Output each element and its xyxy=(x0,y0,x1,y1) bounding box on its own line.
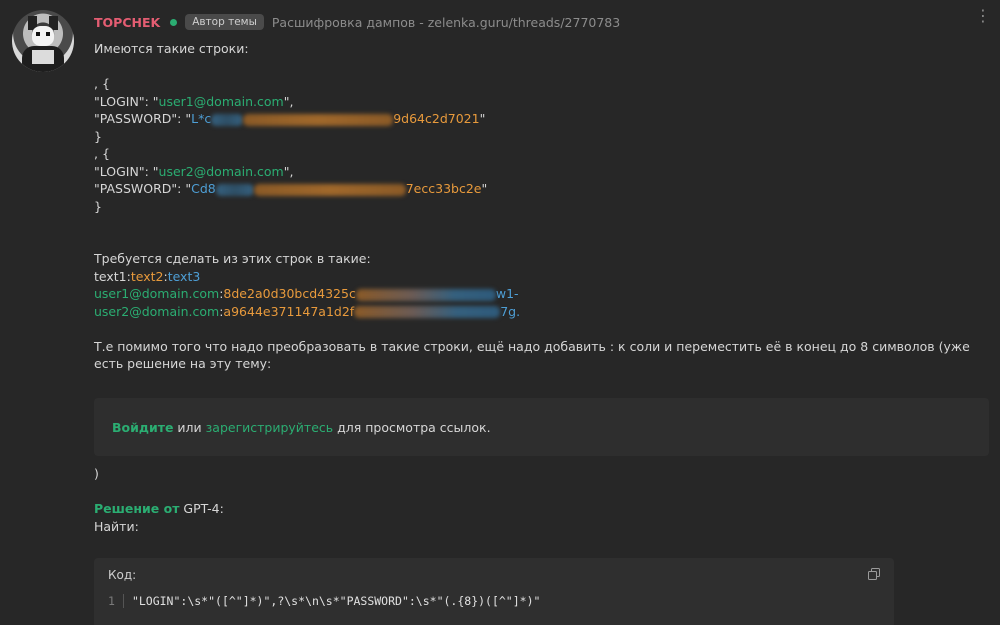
blurred-redaction xyxy=(243,113,394,126)
post-header: TOPCHEK Автор темы Расшифровка дампов - … xyxy=(94,13,620,31)
register-link[interactable]: зарегистрируйтесь xyxy=(206,420,334,435)
login-link[interactable]: Войдите xyxy=(112,420,173,435)
output-line-2: user2@domain.com:a9644e371147a1d2f 7g. xyxy=(94,303,521,319)
block2-open: , { xyxy=(94,146,110,161)
copy-icon[interactable] xyxy=(868,568,880,580)
avatar[interactable] xyxy=(12,10,74,72)
find-text: Найти: xyxy=(94,518,139,534)
block1-open: , { xyxy=(94,76,110,91)
explanation-text: Т.е помимо того что надо преобразовать в… xyxy=(94,338,970,372)
intro-text: Имеются такие строки: xyxy=(94,41,249,56)
required-text: Требуется сделать из этих строк в такие: xyxy=(94,251,371,266)
block1-login: "LOGIN": "user1@domain.com", xyxy=(94,93,294,109)
output-line-1: user1@domain.com:8de2a0d30bcd4325c w1- xyxy=(94,286,519,301)
code-line[interactable]: 1 "LOGIN":\s*"([^"]*)",?\s*\n\s*"PASSWOR… xyxy=(108,594,540,608)
post-body: Имеются такие строки: , { "LOGIN": "user… xyxy=(94,40,989,373)
blurred-redaction xyxy=(355,288,496,301)
code-text: "LOGIN":\s*"([^"]*)",?\s*\n\s*"PASSWORD"… xyxy=(131,594,541,608)
post-body-lower: ) Решение от GPT-4: Найти: xyxy=(94,465,224,535)
block1-close: } xyxy=(94,128,102,144)
blurred-redaction xyxy=(211,113,244,126)
author-badge: Автор темы xyxy=(185,14,264,30)
block1-password: "PASSWORD": "L*c 9d64c2d7021" xyxy=(94,111,486,126)
username-link[interactable]: TOPCHEK xyxy=(94,15,160,30)
close-paren: ) xyxy=(94,466,99,481)
block2-password: "PASSWORD": "Cd8 7ecc33bc2e" xyxy=(94,181,488,196)
code-title: Код: xyxy=(108,568,137,582)
blurred-redaction xyxy=(253,183,406,196)
line-number: 1 xyxy=(108,594,124,608)
solution-line: Решение от GPT-4: xyxy=(94,501,224,516)
thread-title[interactable]: Расшифровка дампов - zelenka.guru/thread… xyxy=(272,15,620,30)
hidden-links-notice: Войдите или зарегистрируйтесь для просмо… xyxy=(94,398,989,456)
block2-close: } xyxy=(94,198,102,214)
blurred-redaction xyxy=(215,183,254,196)
code-block: Код: 1 "LOGIN":\s*"([^"]*)",?\s*\n\s*"PA… xyxy=(94,558,894,625)
more-dots-icon[interactable]: ⋮ xyxy=(975,8,991,24)
forum-post: TOPCHEK Автор темы Расшифровка дампов - … xyxy=(0,0,1000,625)
blurred-redaction xyxy=(354,306,501,318)
format-line: text1:text2:text3 xyxy=(94,268,201,284)
block2-login: "LOGIN": "user2@domain.com", xyxy=(94,163,294,179)
online-status-icon xyxy=(170,18,178,26)
